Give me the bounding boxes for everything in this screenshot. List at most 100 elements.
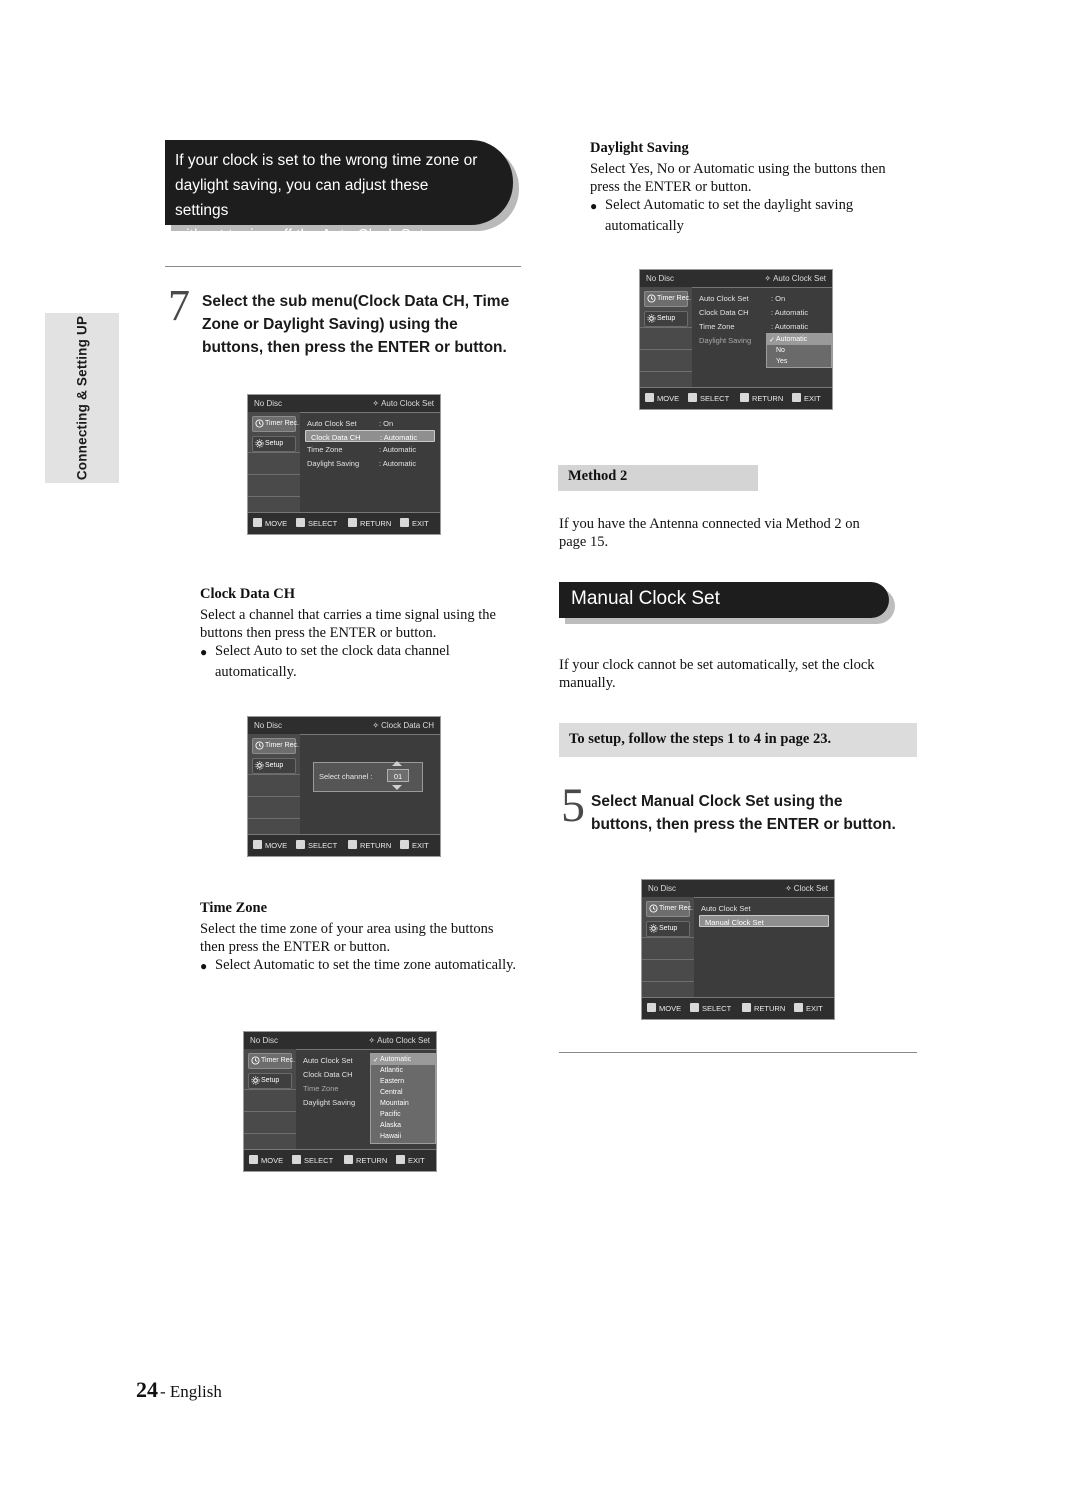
step-7-number: 7	[168, 281, 190, 330]
osd1-return[interactable]: RETURN	[348, 518, 391, 528]
note-banner-line1: If your clock is set to the wrong time z…	[175, 152, 478, 169]
osd1-no-disc: No Disc	[254, 399, 283, 408]
arrow-down-icon[interactable]	[392, 785, 402, 790]
arrow-up-icon[interactable]	[392, 761, 402, 766]
osd4-exit-label: EXIT	[804, 394, 821, 403]
osd3-exit[interactable]: EXIT	[396, 1155, 425, 1165]
osd1-row-1-label: Clock Data CH	[311, 433, 361, 442]
osd5-row-0[interactable]: Auto Clock Set	[701, 904, 751, 913]
osd3-option-4[interactable]: Mountain	[371, 1098, 435, 1109]
osd1-bottom-bar: MOVE SELECT RETURN EXIT	[248, 512, 440, 534]
daylight-saving-heading: Daylight Saving	[590, 140, 689, 156]
osd3-row-3[interactable]: Daylight Saving	[303, 1098, 355, 1107]
osd3-option-3[interactable]: Central	[371, 1087, 435, 1098]
osd4-select[interactable]: SELECT	[688, 393, 729, 403]
move-icon	[253, 518, 262, 527]
osd3-row-1[interactable]: Clock Data CH	[303, 1070, 353, 1079]
osd4-exit[interactable]: EXIT	[792, 393, 821, 403]
osd2-divider-3	[248, 818, 300, 819]
osd3-option-2[interactable]: Eastern	[371, 1076, 435, 1087]
osd4-row-2[interactable]: Time Zone : Automatic	[699, 322, 808, 331]
osd3-option-4-label: Mountain	[380, 1099, 409, 1107]
osd1-exit[interactable]: EXIT	[400, 518, 429, 528]
osd4-option-2[interactable]: Yes	[767, 356, 831, 367]
osd2-exit[interactable]: EXIT	[400, 840, 429, 850]
osd4-row-0[interactable]: Auto Clock Set : On	[699, 294, 785, 303]
osd3-option-5[interactable]: Pacific	[371, 1109, 435, 1120]
osd4-row-3[interactable]: Daylight Saving	[699, 336, 751, 345]
clock-icon	[649, 904, 658, 913]
note-banner-line2: daylight saving, you can adjust these se…	[175, 177, 429, 219]
gear-icon	[255, 439, 264, 448]
osd5-row-1-highlight[interactable]: Manual Clock Set	[699, 915, 829, 927]
osd5-select[interactable]: SELECT	[690, 1003, 731, 1013]
osd1-timer-rec-button[interactable]: Timer Rec.	[252, 416, 299, 432]
move-icon	[647, 1003, 656, 1012]
method-2-label: Method 2	[568, 468, 628, 484]
diamond-icon: ✧	[372, 721, 380, 730]
osd4-move[interactable]: MOVE	[645, 393, 679, 403]
bullet-dot-icon: ●	[590, 199, 598, 213]
osd1-content: Auto Clock Set : On Clock Data CH : Auto…	[301, 412, 440, 512]
setup-steps-info-text: To setup, follow the steps 1 to 4 in pag…	[569, 731, 832, 747]
clock-data-ch-heading: Clock Data CH	[200, 586, 296, 602]
osd3-move[interactable]: MOVE	[249, 1155, 283, 1165]
osd2-setup-button[interactable]: Setup	[252, 758, 296, 774]
osd4-timer-rec-button[interactable]: Timer Rec.	[644, 291, 691, 307]
osd3-no-disc: No Disc	[250, 1036, 279, 1045]
osd2-no-disc: No Disc	[254, 721, 283, 730]
osd3-row-2-label: Time Zone	[303, 1084, 339, 1093]
return-icon	[344, 1155, 353, 1164]
osd3-divider-2	[244, 1111, 296, 1112]
osd3-option-7[interactable]: Hawaii	[371, 1131, 435, 1142]
osd5-return[interactable]: RETURN	[742, 1003, 785, 1013]
osd2-move[interactable]: MOVE	[253, 840, 287, 850]
osd3-setup-label: Setup	[261, 1077, 280, 1084]
osd2-setup-label: Setup	[265, 762, 284, 769]
osd5-timer-rec-button[interactable]: Timer Rec.	[646, 901, 693, 917]
osd1-row-3[interactable]: Daylight Saving : Automatic	[307, 459, 416, 468]
return-icon	[348, 518, 357, 527]
osd2-channel-value[interactable]: 01	[387, 769, 409, 782]
osd3-row-2[interactable]: Time Zone	[303, 1084, 339, 1093]
osd2-timer-rec-button[interactable]: Timer Rec.	[252, 738, 299, 754]
osd5-exit[interactable]: EXIT	[794, 1003, 823, 1013]
check-icon: ✓	[373, 1056, 379, 1064]
osd2-title-wrap: ✧ Clock Data CH	[372, 721, 434, 730]
osd3-timer-rec-button[interactable]: Timer Rec.	[248, 1053, 295, 1069]
osd1-row-2[interactable]: Time Zone : Automatic	[307, 445, 416, 454]
osd2-select[interactable]: SELECT	[296, 840, 337, 850]
osd5-timer-rec-label: Timer Rec.	[659, 905, 693, 912]
osd3-row-0[interactable]: Auto Clock Set	[303, 1056, 353, 1065]
diamond-icon: ✧	[785, 884, 792, 893]
osd5-move[interactable]: MOVE	[647, 1003, 681, 1013]
osd4-return[interactable]: RETURN	[740, 393, 783, 403]
osd3-setup-button[interactable]: Setup	[248, 1073, 292, 1089]
osd1-select[interactable]: SELECT	[296, 518, 337, 528]
osd1-move[interactable]: MOVE	[253, 518, 287, 528]
osd5-setup-button[interactable]: Setup	[646, 921, 690, 937]
osd5-exit-label: EXIT	[806, 1004, 823, 1013]
osd3-option-1[interactable]: Atlantic	[371, 1065, 435, 1076]
page-language: - English	[160, 1382, 222, 1401]
osd4-option-1[interactable]: No	[767, 345, 831, 356]
manual-clock-set-banner: Manual Clock Set	[559, 582, 895, 624]
osd2-return[interactable]: RETURN	[348, 840, 391, 850]
check-icon: ✓	[769, 336, 775, 344]
osd1-setup-button[interactable]: Setup	[252, 436, 296, 452]
osd1-divider-1	[248, 452, 300, 453]
move-icon	[253, 840, 262, 849]
osd4-row-1[interactable]: Clock Data CH : Automatic	[699, 308, 808, 317]
osd5-topbar: No Disc ✧ Clock Set	[642, 880, 834, 898]
osd4-setup-button[interactable]: Setup	[644, 311, 688, 327]
osd3-select[interactable]: SELECT	[292, 1155, 333, 1165]
osd1-row-1-highlight[interactable]: Clock Data CH : Automatic	[305, 430, 435, 442]
osd2-timer-rec-label: Timer Rec.	[265, 742, 299, 749]
osd5-divider-1	[642, 937, 694, 938]
osd4-option-0[interactable]: ✓ Automatic	[767, 334, 831, 345]
osd4-option-2-label: Yes	[776, 357, 788, 365]
osd3-option-0[interactable]: ✓ Automatic	[371, 1054, 435, 1065]
osd3-return[interactable]: RETURN	[344, 1155, 387, 1165]
osd1-row-0[interactable]: Auto Clock Set : On	[307, 419, 393, 428]
osd3-option-6[interactable]: Alaska	[371, 1120, 435, 1131]
